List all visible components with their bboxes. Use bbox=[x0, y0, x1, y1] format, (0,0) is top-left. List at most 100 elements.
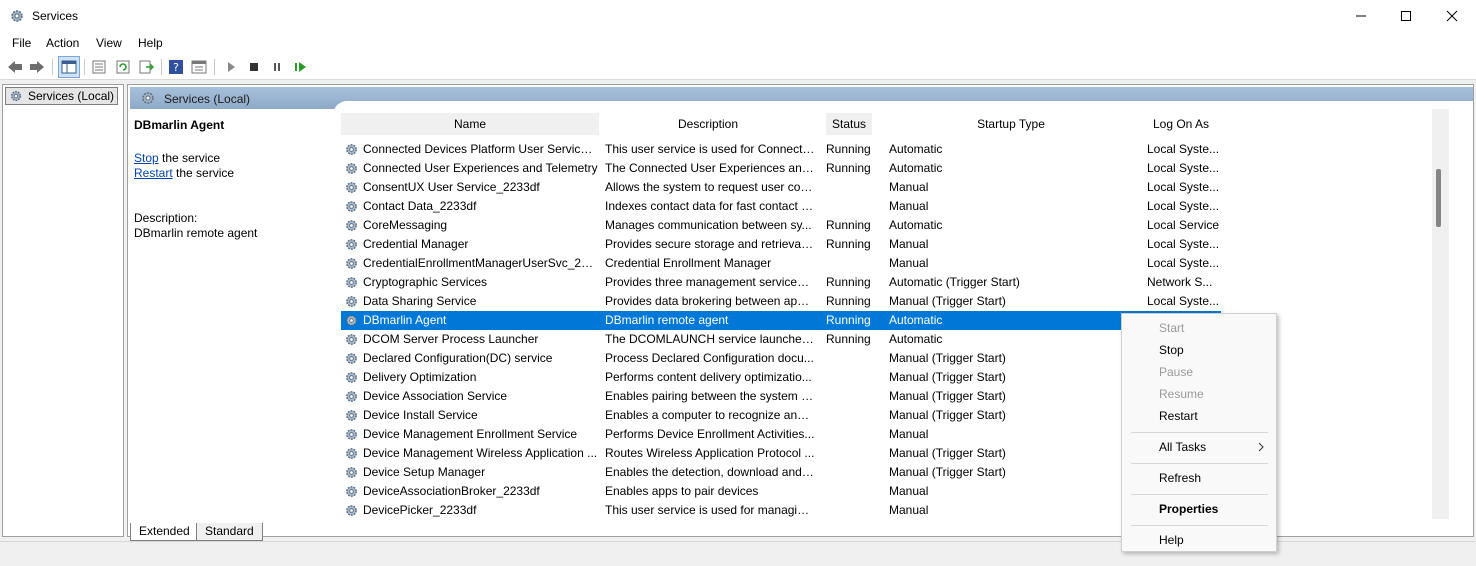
restart-service-button[interactable] bbox=[291, 58, 309, 76]
service-gear-icon bbox=[346, 486, 357, 497]
cell-startup-type: Manual bbox=[889, 484, 929, 498]
list-view-button[interactable] bbox=[90, 58, 108, 76]
forward-button[interactable] bbox=[28, 58, 46, 76]
minimize-button[interactable] bbox=[1338, 0, 1384, 32]
cell-startup-type: Manual (Trigger Start) bbox=[889, 351, 1006, 365]
context-menu-pause[interactable]: Pause bbox=[1122, 361, 1276, 383]
service-gear-icon bbox=[346, 239, 357, 250]
context-menu-properties[interactable]: Properties bbox=[1122, 498, 1276, 520]
show-hide-console-tree-button[interactable] bbox=[58, 56, 80, 78]
context-menu-all-tasks[interactable]: All Tasks bbox=[1122, 436, 1276, 458]
scrollbar-thumb[interactable] bbox=[1436, 169, 1441, 227]
table-row[interactable]: DevicePicker_2233df This user service is … bbox=[341, 501, 1221, 520]
cell-description: Enables pairing between the system a... bbox=[605, 389, 815, 403]
pause-icon bbox=[274, 63, 280, 71]
service-gear-icon bbox=[346, 277, 357, 288]
cell-description: Enables a computer to recognize and ... bbox=[605, 408, 815, 422]
context-menu-start[interactable]: Start bbox=[1122, 317, 1276, 339]
table-row[interactable]: Contact Data_2233df Indexes contact data … bbox=[341, 197, 1221, 216]
back-arrow-icon bbox=[8, 61, 22, 73]
cell-name: Data Sharing Service bbox=[363, 294, 477, 308]
stop-service-link[interactable]: Stop bbox=[134, 151, 159, 165]
help-button[interactable]: ? bbox=[167, 58, 185, 76]
table-row[interactable]: Device Setup Manager Enables the detectio… bbox=[341, 463, 1221, 482]
window-title: Services bbox=[32, 9, 79, 23]
tab-standard[interactable]: Standard bbox=[196, 523, 263, 541]
table-row[interactable]: Declared Configuration(DC) service Proces… bbox=[341, 349, 1221, 368]
description-text: DBmarlin remote agent bbox=[134, 226, 258, 240]
description-label: Description: bbox=[134, 211, 198, 225]
restart-service-link[interactable]: Restart bbox=[134, 166, 173, 180]
service-gear-icon bbox=[346, 429, 357, 440]
minimize-icon bbox=[1356, 15, 1366, 17]
cell-startup-type: Manual bbox=[889, 180, 929, 194]
table-row[interactable]: ConsentUX User Service_2233df Allows the … bbox=[341, 178, 1221, 197]
table-row[interactable]: Device Management Wireless Application .… bbox=[341, 444, 1221, 463]
back-button[interactable] bbox=[6, 58, 24, 76]
context-menu-resume[interactable]: Resume bbox=[1122, 383, 1276, 405]
maximize-button[interactable] bbox=[1383, 0, 1429, 32]
menu-action[interactable]: Action bbox=[46, 36, 79, 50]
cell-status: Running bbox=[826, 237, 871, 251]
context-menu-refresh[interactable]: Refresh bbox=[1122, 467, 1276, 489]
table-row[interactable]: Device Install Service Enables a computer… bbox=[341, 406, 1221, 425]
column-header-name[interactable]: Name bbox=[341, 113, 599, 135]
table-row[interactable]: CredentialEnrollmentManagerUserSvc_223..… bbox=[341, 254, 1221, 273]
cell-startup-type: Automatic bbox=[889, 332, 943, 346]
pause-service-button[interactable] bbox=[268, 58, 286, 76]
table-row[interactable]: DCOM Server Process Launcher The DCOMLAUN… bbox=[341, 330, 1221, 349]
cell-description: Credential Enrollment Manager bbox=[605, 256, 772, 270]
cell-name: Device Management Enrollment Service bbox=[363, 427, 578, 441]
table-row[interactable]: DBmarlin Agent DBmarlin remote agent Runni… bbox=[341, 311, 1221, 330]
cell-status: Running bbox=[826, 294, 871, 308]
table-row[interactable]: CoreMessaging Manages communication betwe… bbox=[341, 216, 1221, 235]
service-gear-icon bbox=[346, 182, 357, 193]
tab-extended[interactable]: Extended bbox=[130, 523, 199, 541]
properties-view-button[interactable] bbox=[190, 58, 208, 76]
table-row[interactable]: Credential Manager Provides secure storag… bbox=[341, 235, 1221, 254]
refresh-button[interactable] bbox=[114, 58, 132, 76]
table-row[interactable]: Connected Devices Platform User Service_… bbox=[341, 140, 1221, 159]
cell-description: The Connected User Experiences and ... bbox=[605, 161, 815, 175]
start-service-button[interactable] bbox=[222, 58, 240, 76]
cell-status: Running bbox=[826, 161, 871, 175]
context-menu-help[interactable]: Help bbox=[1122, 529, 1276, 551]
cell-description: Allows the system to request user con... bbox=[605, 180, 815, 194]
stop-service-button[interactable] bbox=[245, 58, 263, 76]
column-header-log-on-as[interactable]: Log On As bbox=[1141, 113, 1221, 135]
tree-item-label: Services (Local) bbox=[28, 89, 115, 103]
export-list-button[interactable] bbox=[137, 58, 155, 76]
cell-log-on-as: Local Syste... bbox=[1147, 256, 1220, 270]
table-row[interactable]: Cryptographic Services Provides three man… bbox=[341, 273, 1221, 292]
services-gear-icon bbox=[11, 10, 23, 22]
vertical-scrollbar[interactable] bbox=[1432, 109, 1449, 519]
context-menu-restart[interactable]: Restart bbox=[1122, 405, 1276, 427]
svg-text:?: ? bbox=[173, 61, 179, 74]
table-row[interactable]: Device Association Service Enables pairin… bbox=[341, 387, 1221, 406]
maximize-icon bbox=[1401, 11, 1411, 21]
menu-file[interactable]: File bbox=[12, 36, 31, 50]
context-menu-stop[interactable]: Stop bbox=[1122, 339, 1276, 361]
menu-help[interactable]: Help bbox=[138, 36, 163, 50]
column-header-description[interactable]: Description bbox=[603, 113, 813, 135]
cell-name: Device Setup Manager bbox=[363, 465, 486, 479]
menu-view[interactable]: View bbox=[96, 36, 122, 50]
cell-description: Enables apps to pair devices bbox=[605, 484, 759, 498]
cell-startup-type: Manual bbox=[889, 256, 929, 270]
cell-status: Running bbox=[826, 142, 871, 156]
column-header-startup-type[interactable]: Startup Type bbox=[886, 113, 1136, 135]
cell-name: CredentialEnrollmentManagerUserSvc_223..… bbox=[363, 256, 599, 270]
cell-startup-type: Automatic (Trigger Start) bbox=[889, 275, 1020, 289]
table-row[interactable]: Device Management Enrollment Service Perf… bbox=[341, 425, 1221, 444]
table-row[interactable]: Delivery Optimization Performs content de… bbox=[341, 368, 1221, 387]
table-row[interactable]: DeviceAssociationBroker_2233df Enables ap… bbox=[341, 482, 1221, 501]
close-button[interactable] bbox=[1429, 0, 1475, 32]
view-tabs: Extended Standard bbox=[127, 521, 527, 541]
table-row[interactable]: Connected User Experiences and Telemetry… bbox=[341, 159, 1221, 178]
cell-name: CoreMessaging bbox=[363, 218, 448, 232]
table-row[interactable]: Data Sharing Service Provides data broker… bbox=[341, 292, 1221, 311]
column-header-status[interactable]: Status bbox=[826, 113, 872, 135]
tree-item-services-local[interactable]: Services (Local) bbox=[5, 87, 119, 105]
cell-name: Delivery Optimization bbox=[363, 370, 477, 384]
cell-name: Contact Data_2233df bbox=[363, 199, 477, 213]
